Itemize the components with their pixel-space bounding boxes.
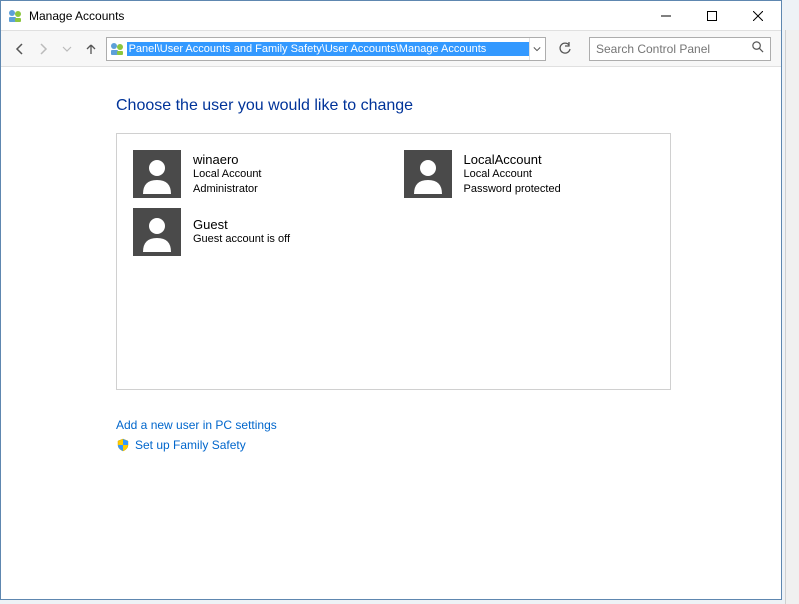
minimize-button[interactable] [643,1,689,30]
account-role: Administrator [193,182,262,196]
app-icon [7,8,23,24]
up-button[interactable] [82,39,100,59]
avatar-icon [133,208,181,256]
right-edge [785,30,799,604]
family-safety-link[interactable]: Set up Family Safety [116,438,771,452]
toolbar: Panel\User Accounts and Family Safety\Us… [1,31,781,67]
close-button[interactable] [735,1,781,30]
accounts-container: winaero Local Account Administrator Loca… [116,133,671,390]
forward-button[interactable] [35,39,53,59]
link-label: Set up Family Safety [135,438,246,452]
back-button[interactable] [11,39,29,59]
account-name: LocalAccount [464,152,561,167]
account-item-localaccount[interactable]: LocalAccount Local Account Password prot… [404,150,655,198]
address-bar-icon [109,41,125,57]
maximize-button[interactable] [689,1,735,30]
content-area: Choose the user you would like to change… [1,67,781,468]
account-status: Guest account is off [193,232,290,246]
link-label: Add a new user in PC settings [116,418,277,432]
window: Manage Accounts [0,0,782,600]
address-bar[interactable]: Panel\User Accounts and Family Safety\Us… [106,37,546,61]
search-input[interactable] [596,42,751,56]
account-info: Guest Guest account is off [193,208,290,256]
address-dropdown[interactable] [529,38,545,60]
account-name: winaero [193,152,262,167]
shield-icon [116,438,130,452]
search-icon [751,40,764,58]
refresh-button[interactable] [556,38,575,60]
account-name: Guest [193,217,290,232]
titlebar: Manage Accounts [1,1,781,31]
recent-pages-dropdown[interactable] [58,39,76,59]
window-controls [643,1,781,30]
account-type: Local Account [193,167,262,181]
account-item-guest[interactable]: Guest Guest account is off [133,208,384,256]
account-info: LocalAccount Local Account Password prot… [464,150,561,198]
account-item-winaero[interactable]: winaero Local Account Administrator [133,150,384,198]
account-info: winaero Local Account Administrator [193,150,262,198]
window-title: Manage Accounts [29,9,643,23]
address-text: Panel\User Accounts and Family Safety\Us… [127,42,529,56]
page-heading: Choose the user you would like to change [116,97,771,115]
add-user-link[interactable]: Add a new user in PC settings [116,418,771,432]
search-box[interactable] [589,37,771,61]
account-status: Password protected [464,182,561,196]
avatar-icon [133,150,181,198]
account-type: Local Account [464,167,561,181]
links-section: Add a new user in PC settings Set up Fam… [116,418,771,452]
avatar-icon [404,150,452,198]
